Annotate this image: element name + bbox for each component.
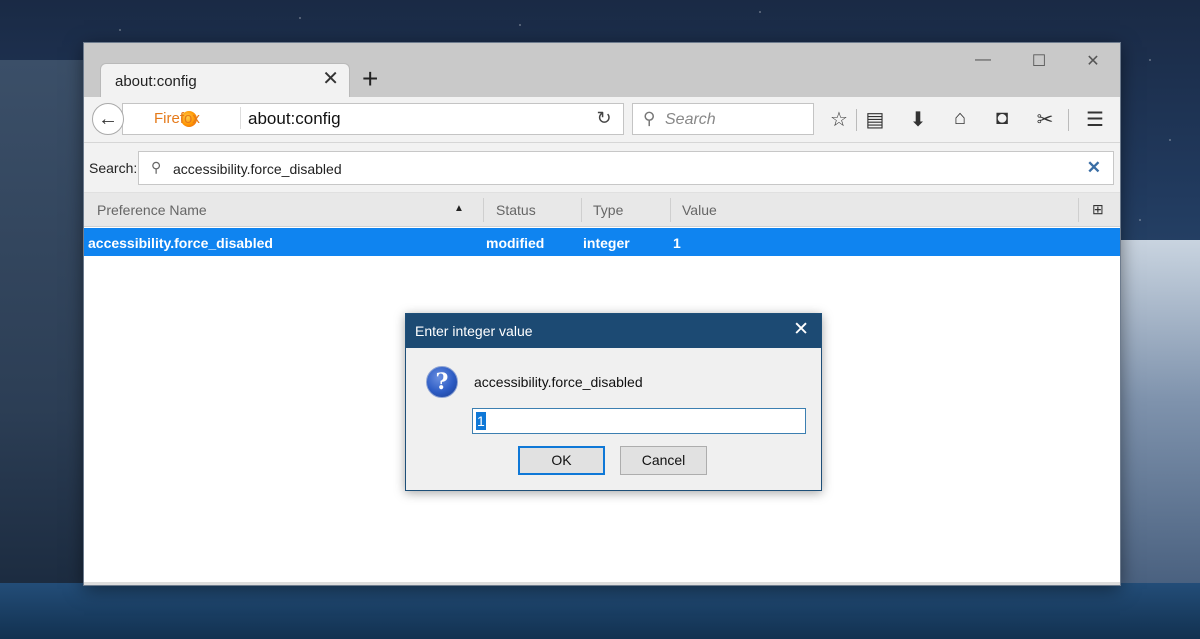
config-search-row: Search: ⚲ accessibility.force_disabled ✕ — [84, 143, 1120, 193]
pref-name-cell: accessibility.force_disabled — [88, 235, 273, 251]
config-search-value: accessibility.force_disabled — [173, 161, 342, 177]
bottom-border — [84, 582, 1120, 585]
title-bar: about:config ✕ + — ☐ ✕ — [84, 43, 1120, 97]
web-search-input[interactable]: ⚲ Search — [632, 103, 814, 135]
reload-button[interactable]: ↻ — [584, 103, 624, 135]
dialog-title-bar: Enter integer value ✕ — [406, 314, 821, 348]
desktop-lake — [0, 583, 1200, 639]
toolbar-separator-2 — [1068, 109, 1069, 131]
navigation-bar: ← Firefox about:config ↻ ⚲ Search ☆ ▤ ⬇ … — [84, 97, 1120, 143]
integer-value-dialog: Enter integer value ✕ ? accessibility.fo… — [405, 313, 822, 491]
reload-icon: ↻ — [596, 108, 612, 128]
integer-value-input[interactable]: 1 — [472, 408, 806, 434]
url-bar-content[interactable]: Firefox about:config — [122, 103, 624, 135]
pref-status-cell: modified — [486, 235, 545, 251]
column-separator[interactable] — [483, 198, 484, 222]
close-window-button[interactable]: ✕ — [1070, 51, 1116, 71]
desktop-mountain-left — [0, 60, 90, 639]
dialog-title: Enter integer value — [415, 323, 533, 339]
pref-value-cell: 1 — [673, 235, 681, 251]
desktop-mountain-right — [1120, 240, 1200, 639]
menu-icon[interactable]: ☰ — [1080, 107, 1110, 132]
column-separator — [1078, 198, 1079, 222]
cancel-button[interactable]: Cancel — [620, 446, 707, 475]
column-type[interactable]: Type — [593, 202, 623, 218]
pref-type-cell: integer — [583, 235, 630, 251]
column-value[interactable]: Value — [682, 202, 717, 218]
config-search-label: Search: — [89, 160, 138, 176]
column-picker-icon[interactable]: ⊞ — [1092, 201, 1104, 218]
minimize-button[interactable]: — — [960, 51, 1006, 69]
dialog-close-icon[interactable]: ✕ — [793, 319, 809, 341]
extension-icon[interactable]: ✂ — [1030, 107, 1060, 132]
clear-search-icon[interactable]: ✕ — [1087, 158, 1101, 178]
url-text: about:config — [248, 109, 341, 128]
config-search-input[interactable]: ⚲ accessibility.force_disabled ✕ — [138, 151, 1114, 185]
back-button[interactable]: ← — [92, 103, 124, 135]
column-status[interactable]: Status — [496, 202, 536, 218]
tab-close-icon[interactable]: ✕ — [322, 69, 339, 89]
column-separator[interactable] — [670, 198, 671, 222]
search-placeholder: Search — [665, 111, 716, 128]
tab-about-config[interactable]: about:config ✕ — [100, 63, 350, 97]
home-icon[interactable]: ⌂ — [945, 107, 975, 130]
ok-button[interactable]: OK — [518, 446, 605, 475]
sort-ascending-icon: ▲ — [454, 203, 464, 214]
search-icon: ⚲ — [151, 159, 162, 175]
dialog-message: accessibility.force_disabled — [474, 374, 643, 390]
table-row[interactable]: accessibility.force_disabled modified in… — [84, 228, 1120, 256]
toolbar-separator — [856, 109, 857, 131]
column-preference-name[interactable]: Preference Name — [97, 202, 207, 218]
column-header-row: Preference Name ▲ Status Type Value ⊞ — [84, 193, 1120, 227]
bookmark-star-icon[interactable]: ☆ — [824, 107, 854, 132]
pocket-icon[interactable]: ◘ — [987, 107, 1017, 130]
back-arrow-icon: ← — [98, 108, 118, 130]
question-icon: ? — [426, 366, 458, 398]
reading-list-icon[interactable]: ▤ — [860, 107, 890, 132]
column-separator[interactable] — [581, 198, 582, 222]
search-icon: ⚲ — [643, 109, 656, 128]
identity-label: Firefox — [154, 110, 200, 127]
selected-input-text: 1 — [476, 412, 486, 430]
url-separator — [240, 107, 241, 129]
new-tab-button[interactable]: + — [362, 65, 378, 93]
maximize-button[interactable]: ☐ — [1016, 51, 1062, 71]
tab-title: about:config — [115, 73, 197, 90]
download-icon[interactable]: ⬇ — [903, 107, 933, 132]
